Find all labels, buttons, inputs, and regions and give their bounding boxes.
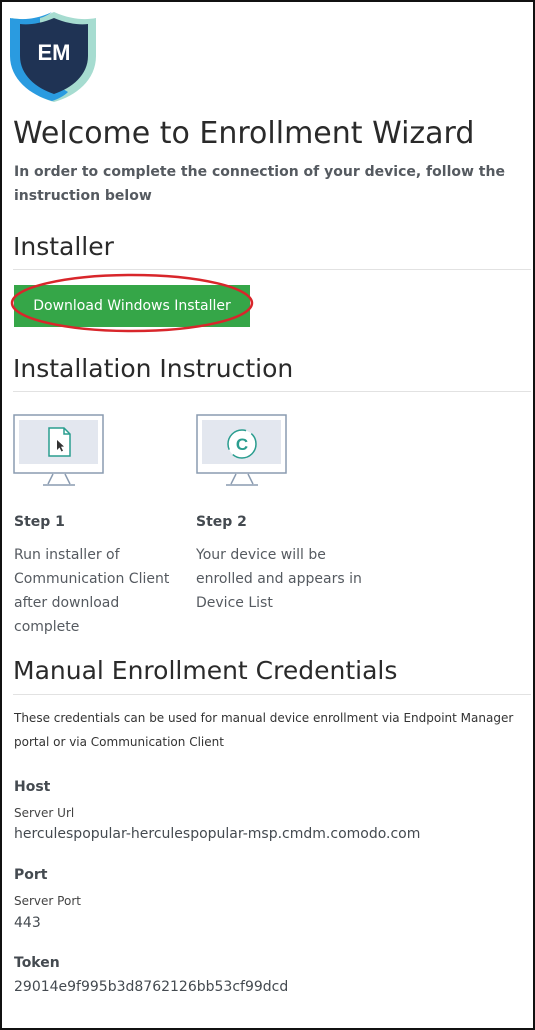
port-label: Port bbox=[14, 867, 48, 883]
svg-text:C: C bbox=[236, 435, 248, 454]
server-port-value: 443 bbox=[14, 915, 41, 931]
divider bbox=[13, 269, 531, 270]
logo-text: EM bbox=[38, 40, 71, 65]
installer-heading: Installer bbox=[13, 232, 114, 261]
endpoint-manager-logo: EM bbox=[10, 12, 96, 102]
token-label: Token bbox=[14, 955, 60, 971]
server-url-value: herculespopular-herculespopular-msp.cmdm… bbox=[14, 826, 421, 842]
server-port-label: Server Port bbox=[14, 894, 81, 908]
step-1-title: Step 1 bbox=[14, 514, 65, 530]
divider bbox=[13, 694, 531, 695]
page-title: Welcome to Enrollment Wizard bbox=[13, 116, 475, 151]
host-label: Host bbox=[14, 779, 51, 795]
download-windows-installer-button[interactable]: Download Windows Installer bbox=[14, 285, 250, 327]
manual-enrollment-credentials-heading: Manual Enrollment Credentials bbox=[13, 656, 398, 685]
installation-instruction-heading: Installation Instruction bbox=[13, 354, 294, 383]
step-2-text: Your device will be enrolled and appears… bbox=[196, 547, 362, 611]
credentials-description: These credentials can be used for manual… bbox=[14, 711, 514, 749]
step-1-text: Run installer of Communication Client af… bbox=[14, 547, 170, 635]
installer-file-icon bbox=[13, 414, 104, 486]
divider bbox=[13, 391, 531, 392]
token-value: 29014e9f995b3d8762126bb53cf99dcd bbox=[14, 979, 289, 995]
step-2-title: Step 2 bbox=[196, 514, 247, 530]
enrollment-wizard-page: EM Welcome to Enrollment Wizard In order… bbox=[0, 0, 535, 1030]
comodo-client-icon: C bbox=[196, 414, 287, 486]
server-url-label: Server Url bbox=[14, 806, 75, 820]
intro-text: In order to complete the connection of y… bbox=[14, 164, 505, 204]
